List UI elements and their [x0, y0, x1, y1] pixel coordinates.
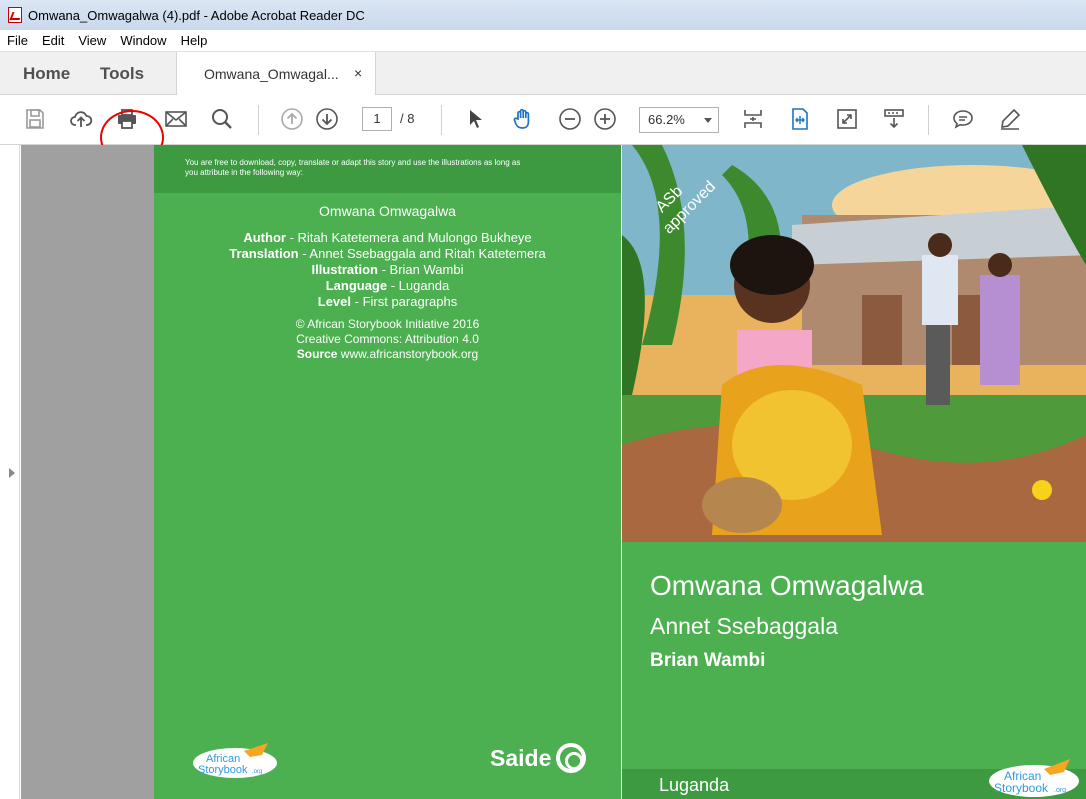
cover-illustration: ASb approved	[622, 145, 1086, 542]
license-notice-line-2: you attribute in the following way:	[185, 168, 303, 177]
copyright-line: © African Storybook Initiative 2016	[295, 317, 480, 331]
chevron-right-icon	[9, 468, 15, 478]
menu-window[interactable]: Window	[113, 33, 173, 48]
svg-text:.org: .org	[1054, 787, 1066, 794]
close-tab-icon[interactable]: ×	[354, 65, 362, 81]
saide-ring-icon	[556, 743, 587, 773]
save-icon[interactable]	[21, 105, 49, 133]
african-storybook-logo: African Storybook .org	[193, 743, 277, 778]
menu-edit[interactable]: Edit	[35, 33, 71, 48]
credit-level: Level - First paragraphs	[317, 294, 458, 309]
zoom-level-select[interactable]: 66.2%	[639, 107, 719, 133]
credits-page: You are free to download, copy, translat…	[154, 145, 621, 799]
hand-tool-icon[interactable]	[509, 105, 537, 133]
source-line: Source www.africanstorybook.org	[296, 347, 479, 361]
fit-page-icon[interactable]	[739, 105, 767, 133]
search-icon[interactable]	[208, 105, 236, 133]
cover-title: Omwana Omwagalwa	[650, 570, 924, 601]
credits-story-title: Omwana Omwagalwa	[319, 203, 456, 219]
window-title: Omwana_Omwagalwa (4).pdf - Adobe Acrobat…	[28, 7, 365, 23]
license-notice-line-1: You are free to download, copy, translat…	[185, 158, 521, 167]
acrobat-window: Omwana_Omwagalwa (4).pdf - Adobe Acrobat…	[0, 0, 1086, 799]
fit-width-icon[interactable]	[786, 105, 814, 133]
print-icon[interactable]	[113, 105, 141, 133]
next-page-icon[interactable]	[313, 105, 341, 133]
menu-file[interactable]: File	[0, 33, 35, 48]
upload-cloud-icon[interactable]	[67, 105, 95, 133]
menu-help[interactable]: Help	[174, 33, 215, 48]
toolbar: 1 / 8 66.2%	[0, 95, 1086, 145]
zoom-in-icon[interactable]	[591, 105, 619, 133]
scroll-mode-icon[interactable]	[880, 105, 908, 133]
cover-illustrator: Brian Wambi	[650, 650, 766, 671]
tab-bar: Home Tools Omwana_Omwagal... ×	[0, 52, 1086, 96]
credit-language: Language - Luganda	[325, 278, 450, 293]
home-tab[interactable]: Home	[23, 64, 70, 84]
navigation-pane-toggle[interactable]	[0, 145, 20, 799]
document-tab[interactable]: Omwana_Omwagal... ×	[176, 52, 376, 96]
zoom-out-icon[interactable]	[556, 105, 584, 133]
svg-text:Storybook: Storybook	[994, 781, 1049, 795]
menu-view[interactable]: View	[71, 33, 113, 48]
credit-translation: Translation - Annet Ssebaggala and Ritah…	[229, 246, 546, 261]
email-icon[interactable]	[162, 105, 190, 133]
copyright-block: © African Storybook Initiative 2016 Crea…	[154, 317, 621, 362]
chevron-down-icon	[704, 118, 712, 123]
full-screen-icon[interactable]	[833, 105, 861, 133]
saide-logo: Saide	[490, 743, 587, 773]
license-notice: You are free to download, copy, translat…	[154, 145, 621, 193]
pdf-app-icon	[8, 7, 22, 23]
credit-author: Author - Ritah Katetemera and Mulongo Bu…	[243, 230, 532, 245]
document-tab-label: Omwana_Omwagal...	[204, 66, 339, 82]
tools-tab[interactable]: Tools	[100, 64, 144, 84]
saide-logo-text: Saide	[490, 744, 552, 771]
cover-page: ASb approved Omwana Omwagalwa Annet Sseb…	[622, 145, 1086, 799]
page-total: / 8	[400, 111, 415, 126]
sign-pen-icon[interactable]	[996, 105, 1024, 133]
toolbar-separator	[928, 105, 929, 135]
license-line: Creative Commons: Attribution 4.0	[296, 332, 479, 346]
document-view: You are free to download, copy, translat…	[0, 145, 1086, 799]
toolbar-separator	[258, 105, 259, 135]
african-storybook-logo-cover: African Storybook .org	[989, 759, 1079, 797]
credits-list: Author - Ritah Katetemera and Mulongo Bu…	[154, 230, 621, 310]
select-cursor-icon[interactable]	[462, 105, 490, 133]
cover-author: Annet Ssebaggala	[650, 613, 838, 639]
cover-language: Luganda	[659, 775, 730, 795]
zoom-level-value: 66.2%	[648, 112, 685, 127]
previous-page-icon[interactable]	[278, 105, 306, 133]
credit-illustration: Illustration - Brian Wambi	[311, 262, 464, 277]
toolbar-separator	[441, 105, 442, 135]
menu-bar: File Edit View Window Help	[0, 30, 1086, 52]
comment-icon[interactable]	[949, 105, 977, 133]
title-bar: Omwana_Omwagalwa (4).pdf - Adobe Acrobat…	[0, 0, 1086, 30]
svg-text:Storybook: Storybook	[198, 764, 248, 776]
svg-text:.org: .org	[252, 769, 262, 775]
page-number-input[interactable]: 1	[362, 107, 392, 131]
view-background	[21, 145, 154, 799]
